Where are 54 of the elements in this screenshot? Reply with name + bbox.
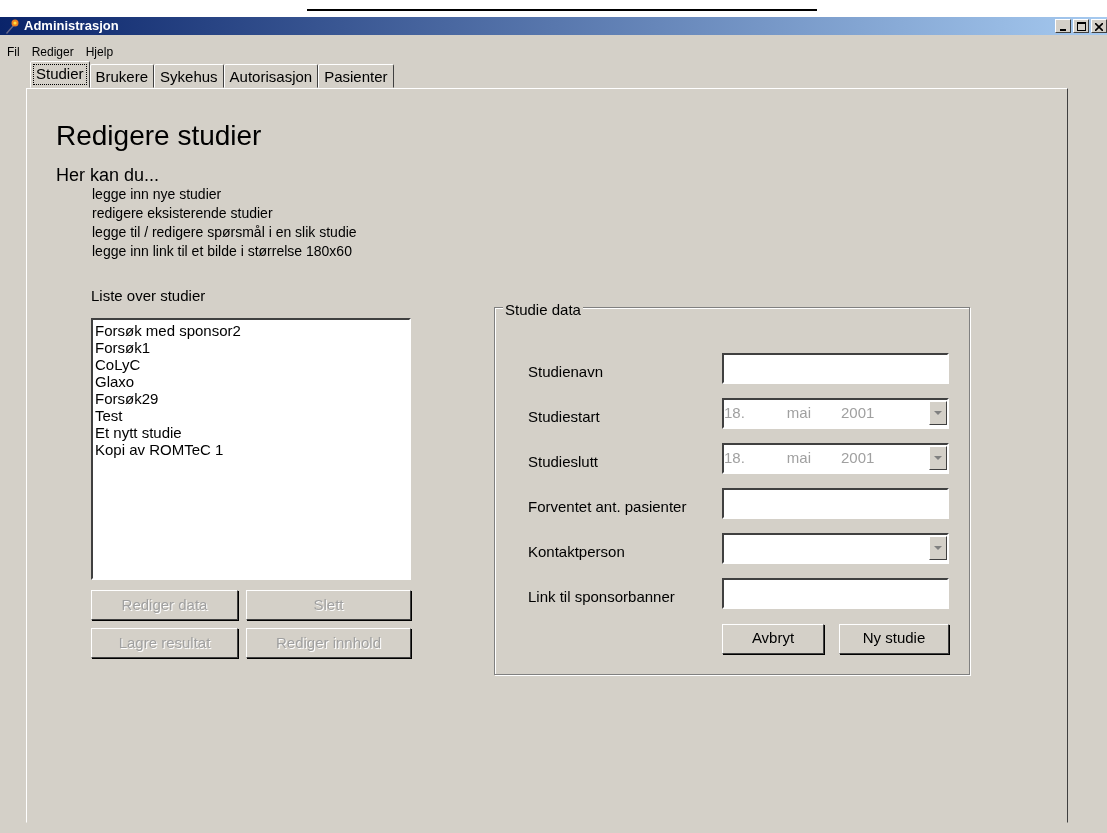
field-label: Forventet ant. pasienter: [528, 496, 688, 517]
tab[interactable]: Brukere: [89, 64, 155, 88]
intro-item: legge inn nye studier: [92, 184, 223, 204]
list-item[interactable]: Forsøk med sponsor2: [95, 322, 407, 340]
tab[interactable]: Sykehus: [154, 64, 224, 88]
close-icon: [1095, 22, 1103, 31]
list-item[interactable]: Forsøk1: [95, 339, 407, 357]
list-item[interactable]: Glaxo: [95, 373, 407, 391]
caret-icon: [934, 546, 942, 551]
menu-item[interactable]: Fil: [7, 43, 20, 62]
dropdown-field[interactable]: [722, 532, 949, 564]
torch-icon: [4, 18, 20, 34]
maximize-icon: [1076, 22, 1086, 32]
button[interactable]: Ny studie: [839, 623, 949, 654]
caret-icon: [934, 456, 942, 461]
intro-item: legge inn link til et bilde i størrelse 180x60: [92, 241, 353, 261]
dropdown-button[interactable]: [929, 536, 947, 561]
date-part: 2001: [841, 447, 875, 468]
input-field[interactable]: [722, 352, 949, 384]
intro-item: legge til / redigere spørsmål i en slik studie: [92, 222, 358, 242]
list-item[interactable]: Et nytt studie: [95, 424, 407, 442]
minimize-button[interactable]: [1055, 19, 1071, 33]
date-part: 18.: [724, 447, 745, 468]
tab[interactable]: Autorisasjon: [223, 64, 319, 88]
list-label: Liste over studier: [91, 285, 207, 306]
caret-icon: [934, 411, 942, 416]
list-item[interactable]: Kopi av ROMTeC 1: [95, 441, 407, 459]
intro-text: Her kan du...: [56, 164, 161, 185]
input-field[interactable]: [722, 577, 949, 609]
window-title: Administrasjon: [24, 17, 119, 36]
close-button[interactable]: [1091, 19, 1107, 33]
tab[interactable]: Studier: [30, 61, 90, 88]
maximize-button[interactable]: [1073, 19, 1089, 33]
field-label: Link til sponsorbanner: [528, 586, 676, 607]
date-part: 18.: [724, 402, 745, 423]
date-part: mai: [786, 402, 812, 423]
minimize-icon: [1060, 28, 1066, 31]
page-heading: Redigere studier: [56, 119, 263, 153]
date-part: 2001: [841, 402, 875, 423]
field-label: Studieslutt: [528, 451, 600, 472]
field-label: Studienavn: [528, 361, 605, 382]
button[interactable]: Avbryt: [722, 623, 824, 654]
field-label: Kontaktperson: [528, 541, 626, 562]
list-item[interactable]: CoLyC: [95, 356, 407, 374]
menu-item[interactable]: Hjelp: [85, 43, 114, 62]
date-part: mai: [786, 447, 812, 468]
intro-item: redigere eksisterende studier: [92, 203, 274, 223]
field-label: Studiestart: [528, 406, 601, 427]
menu-item[interactable]: Rediger: [31, 43, 74, 62]
list-item[interactable]: Forsøk29: [95, 390, 407, 408]
tab[interactable]: Pasienter: [318, 64, 394, 88]
list-item[interactable]: Test: [95, 407, 407, 425]
study-listbox[interactable]: Forsøk med sponsor2 Forsøk1 CoLyC Glaxo Forsøk29 Test Et nytt studie Kopi av ROMTeC 1: [91, 318, 411, 581]
input-field[interactable]: [722, 487, 949, 519]
